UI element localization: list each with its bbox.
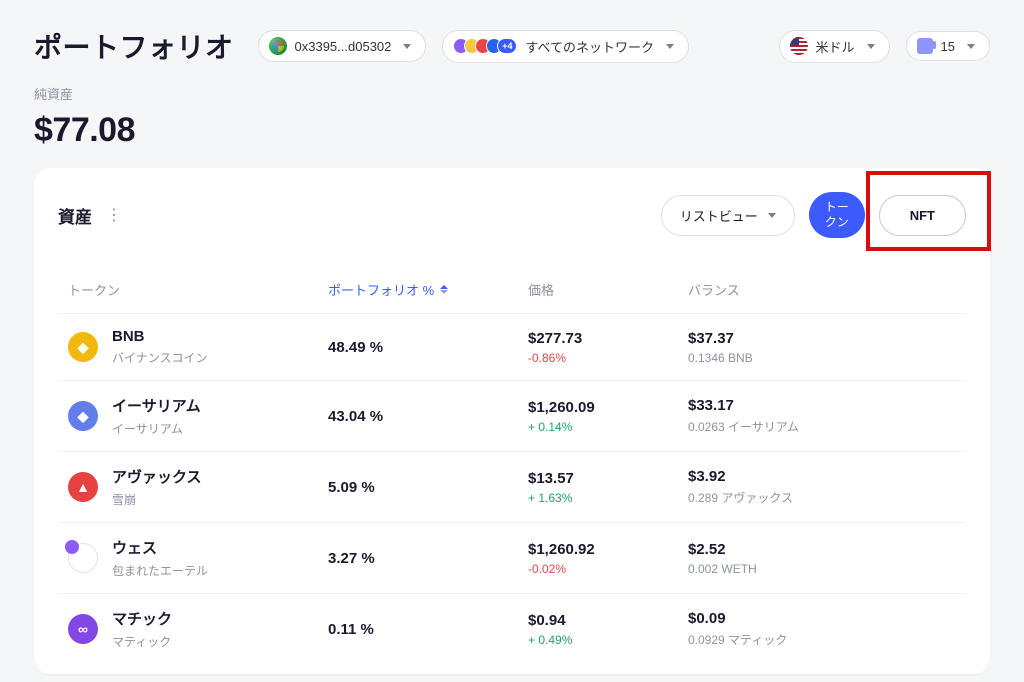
chevron-down-icon (666, 44, 674, 49)
currency-label: 米ドル (816, 37, 855, 56)
price-change: -0.86% (528, 351, 688, 365)
token-subtitle: 包まれたエーテル (112, 562, 208, 579)
balance-cell: $37.37 0.1346 BNB (688, 330, 956, 365)
tab-nft[interactable]: NFT (879, 195, 966, 236)
tab-token[interactable]: トークン (809, 192, 865, 238)
assets-card-header: 資産 ⋮ リストビュー トークン NFT (58, 192, 966, 238)
token-subtitle: イーサリアム (112, 420, 201, 437)
gas-pump-icon (917, 38, 933, 54)
wallet-avatar-icon (269, 37, 287, 55)
table-row[interactable]: ∞ マチック マティック 0.11 % $0.94 + 0.49% $0.09 … (58, 593, 966, 664)
price-cell: $13.57 + 1.63% (528, 470, 688, 505)
balance-sub: 0.289 アヴァックス (688, 489, 956, 506)
price-value: $277.73 (528, 330, 688, 347)
price-cell: $0.94 + 0.49% (528, 612, 688, 647)
token-name: マチック (112, 608, 172, 629)
token-icon: ◆ (68, 401, 98, 431)
token-cell: ▲ アヴァックス 雪崩 (68, 466, 328, 508)
price-change: + 0.14% (528, 420, 688, 434)
assets-table-header: トークン ポートフォリオ % 価格 バランス (58, 266, 966, 313)
networth-label: 純資産 (34, 84, 990, 103)
balance-sub: 0.1346 BNB (688, 351, 956, 365)
token-name: BNB (112, 328, 208, 345)
price-cell: $1,260.09 + 0.14% (528, 399, 688, 434)
topbar: ポートフォリオ 0x3395...d05302 +4 すべてのネットワーク 米ド… (0, 0, 1024, 84)
price-cell: $277.73 -0.86% (528, 330, 688, 365)
token-name: アヴァックス (112, 466, 202, 487)
token-icon: ◈ (68, 332, 98, 362)
chevron-down-icon (768, 213, 776, 218)
assets-table-body: ◈ BNB バイナンスコイン 48.49 % $277.73 -0.86% $3… (58, 313, 966, 664)
networth-value: $77.08 (34, 111, 990, 150)
assets-more-menu[interactable]: ⋮ (106, 205, 122, 225)
wallet-selector[interactable]: 0x3395...d05302 (258, 30, 427, 62)
page-title: ポートフォリオ (34, 26, 234, 66)
price-value: $1,260.09 (528, 399, 688, 416)
token-subtitle: マティック (112, 633, 172, 650)
chevron-down-icon (967, 44, 975, 49)
balance-cell: $0.09 0.0929 マティック (688, 610, 956, 648)
balance-cell: $33.17 0.0263 イーサリアム (688, 397, 956, 435)
portfolio-pct: 0.11 % (328, 621, 528, 638)
table-row[interactable]: ◆ ウェス 包まれたエーテル 3.27 % $1,260.92 -0.02% $… (58, 522, 966, 593)
balance-sub: 0.0263 イーサリアム (688, 418, 956, 435)
chevron-down-icon (403, 44, 411, 49)
portfolio-pct: 3.27 % (328, 550, 528, 567)
price-value: $1,260.92 (528, 541, 688, 558)
balance-cell: $3.92 0.289 アヴァックス (688, 468, 956, 506)
token-subtitle: 雪崩 (112, 491, 202, 508)
network-icons: +4 (453, 38, 517, 54)
gas-value: 15 (941, 39, 955, 54)
token-icon: ∞ (68, 614, 98, 644)
price-value: $13.57 (528, 470, 688, 487)
network-selector-label: すべてのネットワーク (525, 37, 654, 56)
balance-value: $2.52 (688, 541, 956, 558)
price-cell: $1,260.92 -0.02% (528, 541, 688, 576)
portfolio-pct: 5.09 % (328, 479, 528, 496)
sort-icon (440, 285, 448, 294)
assets-card: 資産 ⋮ リストビュー トークン NFT トークン ポートフォリオ % 価格 バ… (34, 168, 990, 674)
token-subtitle: バイナンスコイン (112, 349, 208, 366)
balance-value: $33.17 (688, 397, 956, 414)
token-name: イーサリアム (112, 395, 201, 416)
table-row[interactable]: ▲ アヴァックス 雪崩 5.09 % $13.57 + 1.63% $3.92 … (58, 451, 966, 522)
balance-value: $0.09 (688, 610, 956, 627)
assets-title: 資産 (58, 203, 92, 228)
token-icon: ◆ (68, 543, 98, 573)
token-cell: ◆ イーサリアム イーサリアム (68, 395, 328, 437)
token-cell: ∞ マチック マティック (68, 608, 328, 650)
token-cell: ◈ BNB バイナンスコイン (68, 328, 328, 366)
balance-sub: 0.0929 マティック (688, 631, 956, 648)
portfolio-pct: 43.04 % (328, 408, 528, 425)
gas-selector[interactable]: 15 (906, 31, 990, 61)
balance-value: $37.37 (688, 330, 956, 347)
token-name: ウェス (112, 537, 208, 558)
col-portfolio-pct-label: ポートフォリオ % (328, 280, 434, 299)
col-price[interactable]: 価格 (528, 280, 688, 299)
us-flag-icon (790, 37, 808, 55)
listview-dropdown[interactable]: リストビュー (661, 195, 795, 236)
chevron-down-icon (867, 44, 875, 49)
col-token[interactable]: トークン (68, 280, 328, 299)
col-balance[interactable]: バランス (688, 280, 956, 299)
balance-sub: 0.002 WETH (688, 562, 956, 576)
price-value: $0.94 (528, 612, 688, 629)
price-change: + 0.49% (528, 633, 688, 647)
col-portfolio-pct[interactable]: ポートフォリオ % (328, 280, 528, 299)
balance-cell: $2.52 0.002 WETH (688, 541, 956, 576)
currency-selector[interactable]: 米ドル (779, 30, 890, 63)
network-selector[interactable]: +4 すべてのネットワーク (442, 30, 689, 63)
wallet-address-text: 0x3395...d05302 (295, 39, 392, 54)
token-cell: ◆ ウェス 包まれたエーテル (68, 537, 328, 579)
balance-value: $3.92 (688, 468, 956, 485)
listview-label: リストビュー (680, 206, 758, 225)
token-icon: ▲ (68, 472, 98, 502)
network-more-badge: +4 (497, 38, 517, 54)
networth-block: 純資産 $77.08 (0, 84, 1024, 168)
price-change: -0.02% (528, 562, 688, 576)
price-change: + 1.63% (528, 491, 688, 505)
portfolio-pct: 48.49 % (328, 339, 528, 356)
table-row[interactable]: ◆ イーサリアム イーサリアム 43.04 % $1,260.09 + 0.14… (58, 380, 966, 451)
table-row[interactable]: ◈ BNB バイナンスコイン 48.49 % $277.73 -0.86% $3… (58, 313, 966, 380)
